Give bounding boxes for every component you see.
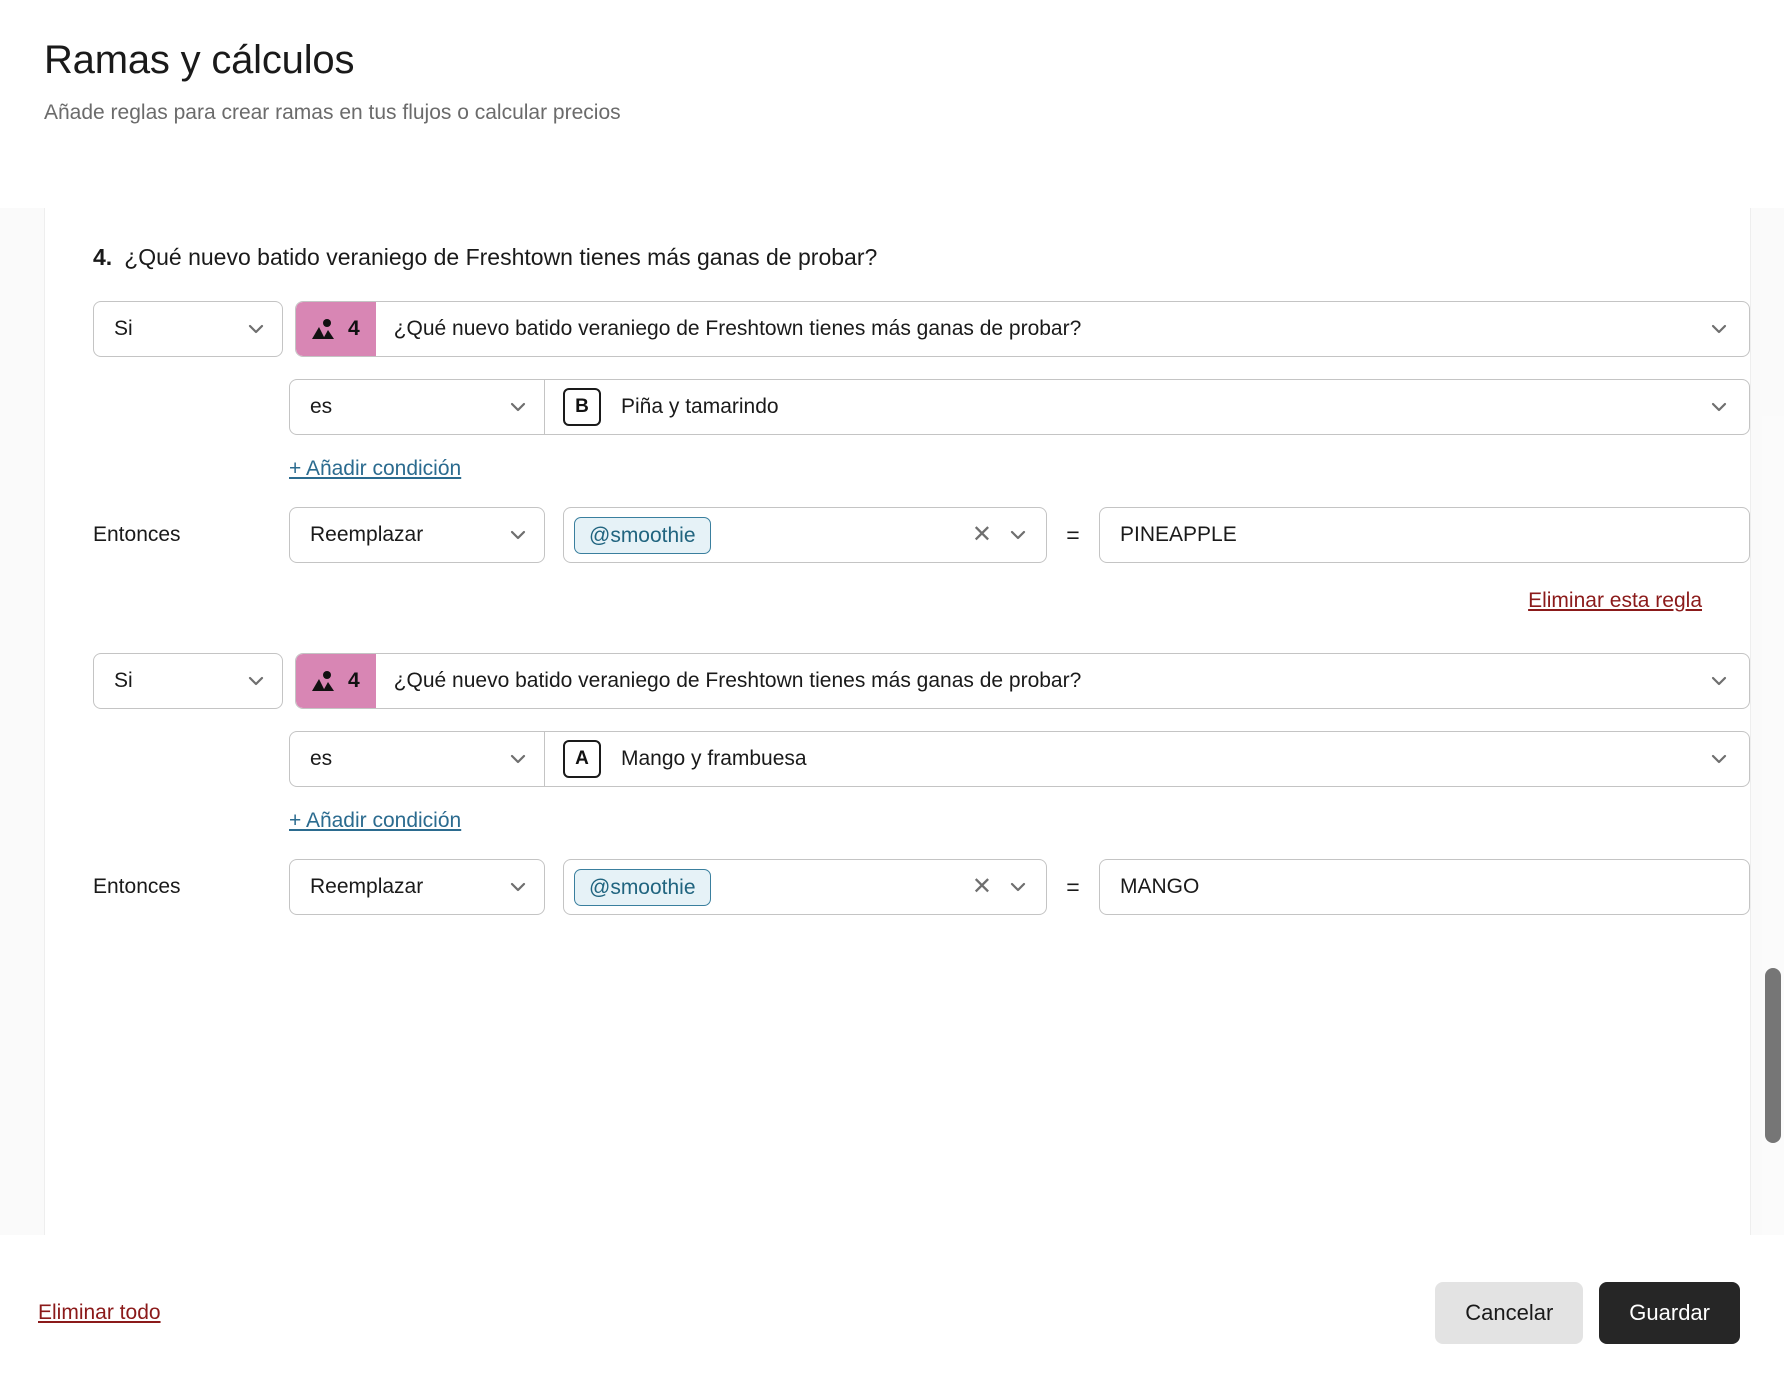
variable-tag[interactable]: @smoothie xyxy=(574,516,711,554)
page-subtitle: Añade reglas para crear ramas en tus flu… xyxy=(44,101,621,124)
question-type-badge: 4 xyxy=(296,302,376,356)
question-heading: 4. ¿Qué nuevo batido veraniego de Fresht… xyxy=(93,208,1750,301)
cancel-button[interactable]: Cancelar xyxy=(1435,1281,1584,1344)
source-question-select[interactable]: 4 ¿Qué nuevo batido veraniego de Freshto… xyxy=(295,653,1750,709)
question-badge-number: 4 xyxy=(348,669,360,692)
condition-operator-value: es xyxy=(310,747,333,770)
variable-select[interactable]: @smoothie ✕ xyxy=(563,507,1047,563)
condition-operator-select[interactable]: es xyxy=(289,731,545,787)
rules-scroll-region[interactable]: 4. ¿Qué nuevo batido veraniego de Fresht… xyxy=(0,208,1784,1235)
rule-block: Si 4 ¿Qué nuevo batido veraniego de Fres… xyxy=(93,301,1750,653)
rule-block: Si 4 ¿Qué nuevo batido veraniego de Fres… xyxy=(93,653,1750,937)
action-select[interactable]: Reemplazar xyxy=(289,507,545,563)
rule-condition-row: es A Mango y frambuesa xyxy=(93,731,1750,787)
if-operator-value: Si xyxy=(114,317,133,340)
add-condition-link[interactable]: + Añadir condición xyxy=(289,809,461,833)
branching-rules-page: Ramas y cálculos Añade reglas para crear… xyxy=(0,0,1784,1390)
page-footer: Eliminar todo Cancelar Guardar xyxy=(0,1235,1784,1390)
chevron-down-icon xyxy=(1709,671,1729,691)
rules-panel: 4. ¿Qué nuevo batido veraniego de Fresht… xyxy=(44,208,1751,1235)
chevron-down-icon xyxy=(1709,397,1729,417)
image-icon xyxy=(310,669,336,693)
clear-icon[interactable]: ✕ xyxy=(972,875,992,899)
chevron-down-icon[interactable] xyxy=(1008,525,1028,545)
clear-icon[interactable]: ✕ xyxy=(972,523,992,547)
question-type-badge: 4 xyxy=(296,654,376,708)
chevron-down-icon xyxy=(246,319,266,339)
action-value: Reemplazar xyxy=(310,523,424,546)
chevron-down-icon xyxy=(246,671,266,691)
choice-label: Piña y tamarindo xyxy=(621,395,779,418)
vertical-scrollbar[interactable] xyxy=(1762,416,1784,1235)
save-button[interactable]: Guardar xyxy=(1599,1281,1740,1344)
condition-choice-select[interactable]: A Mango y frambuesa xyxy=(545,731,1750,787)
variable-select[interactable]: @smoothie ✕ xyxy=(563,859,1047,915)
chevron-down-icon xyxy=(508,397,528,417)
chevron-down-icon xyxy=(508,877,528,897)
equals-sign: = xyxy=(1066,873,1080,900)
image-icon xyxy=(310,317,336,341)
then-label: Entonces xyxy=(93,875,181,898)
add-condition-row: + Añadir condición xyxy=(93,809,1750,833)
source-question-label: ¿Qué nuevo batido veraniego de Freshtown… xyxy=(393,317,1082,340)
choice-label: Mango y frambuesa xyxy=(621,747,807,770)
rule-condition-row: es B Piña y tamarindo xyxy=(93,379,1750,435)
action-select[interactable]: Reemplazar xyxy=(289,859,545,915)
choice-letter-badge: A xyxy=(563,740,601,778)
scrollbar-thumb[interactable] xyxy=(1765,968,1781,1143)
source-question-select[interactable]: 4 ¿Qué nuevo batido veraniego de Freshto… xyxy=(295,301,1750,357)
variable-tag[interactable]: @smoothie xyxy=(574,868,711,906)
if-operator-value: Si xyxy=(114,669,133,692)
value-input[interactable]: MANGO xyxy=(1099,859,1750,915)
source-question-label: ¿Qué nuevo batido veraniego de Freshtown… xyxy=(393,669,1082,692)
rule-then-row: Entonces Reemplazar @smoothie ✕ xyxy=(93,507,1750,563)
value-text: PINEAPPLE xyxy=(1120,523,1237,546)
delete-all-link[interactable]: Eliminar todo xyxy=(38,1301,161,1325)
rule-if-row: Si 4 ¿Qué nuevo batido veraniego de Fres… xyxy=(93,653,1750,709)
then-label: Entonces xyxy=(93,523,181,546)
rule-if-row: Si 4 ¿Qué nuevo batido veraniego de Fres… xyxy=(93,301,1750,357)
chevron-down-icon xyxy=(508,749,528,769)
chevron-down-icon xyxy=(1709,319,1729,339)
chevron-down-icon xyxy=(508,525,528,545)
delete-rule-link[interactable]: Eliminar esta regla xyxy=(1528,589,1702,613)
choice-letter-badge: B xyxy=(563,388,601,426)
value-text: MANGO xyxy=(1120,875,1200,898)
page-header: Ramas y cálculos Añade reglas para crear… xyxy=(0,0,1784,125)
add-condition-link[interactable]: + Añadir condición xyxy=(289,457,461,481)
delete-rule-row: Eliminar esta regla xyxy=(93,589,1750,613)
rule-then-row: Entonces Reemplazar @smoothie ✕ xyxy=(93,859,1750,915)
if-operator-select[interactable]: Si xyxy=(93,653,283,709)
condition-choice-select[interactable]: B Piña y tamarindo xyxy=(545,379,1750,435)
chevron-down-icon[interactable] xyxy=(1008,877,1028,897)
add-condition-row: + Añadir condición xyxy=(93,457,1750,481)
condition-operator-value: es xyxy=(310,395,333,418)
value-input[interactable]: PINEAPPLE xyxy=(1099,507,1750,563)
chevron-down-icon xyxy=(1709,749,1729,769)
question-title: ¿Qué nuevo batido veraniego de Freshtown… xyxy=(124,244,878,270)
if-operator-select[interactable]: Si xyxy=(93,301,283,357)
condition-operator-select[interactable]: es xyxy=(289,379,545,435)
page-title: Ramas y cálculos xyxy=(44,38,355,82)
action-value: Reemplazar xyxy=(310,875,424,898)
question-number: 4. xyxy=(93,244,113,270)
equals-sign: = xyxy=(1066,521,1080,548)
question-badge-number: 4 xyxy=(348,317,360,340)
